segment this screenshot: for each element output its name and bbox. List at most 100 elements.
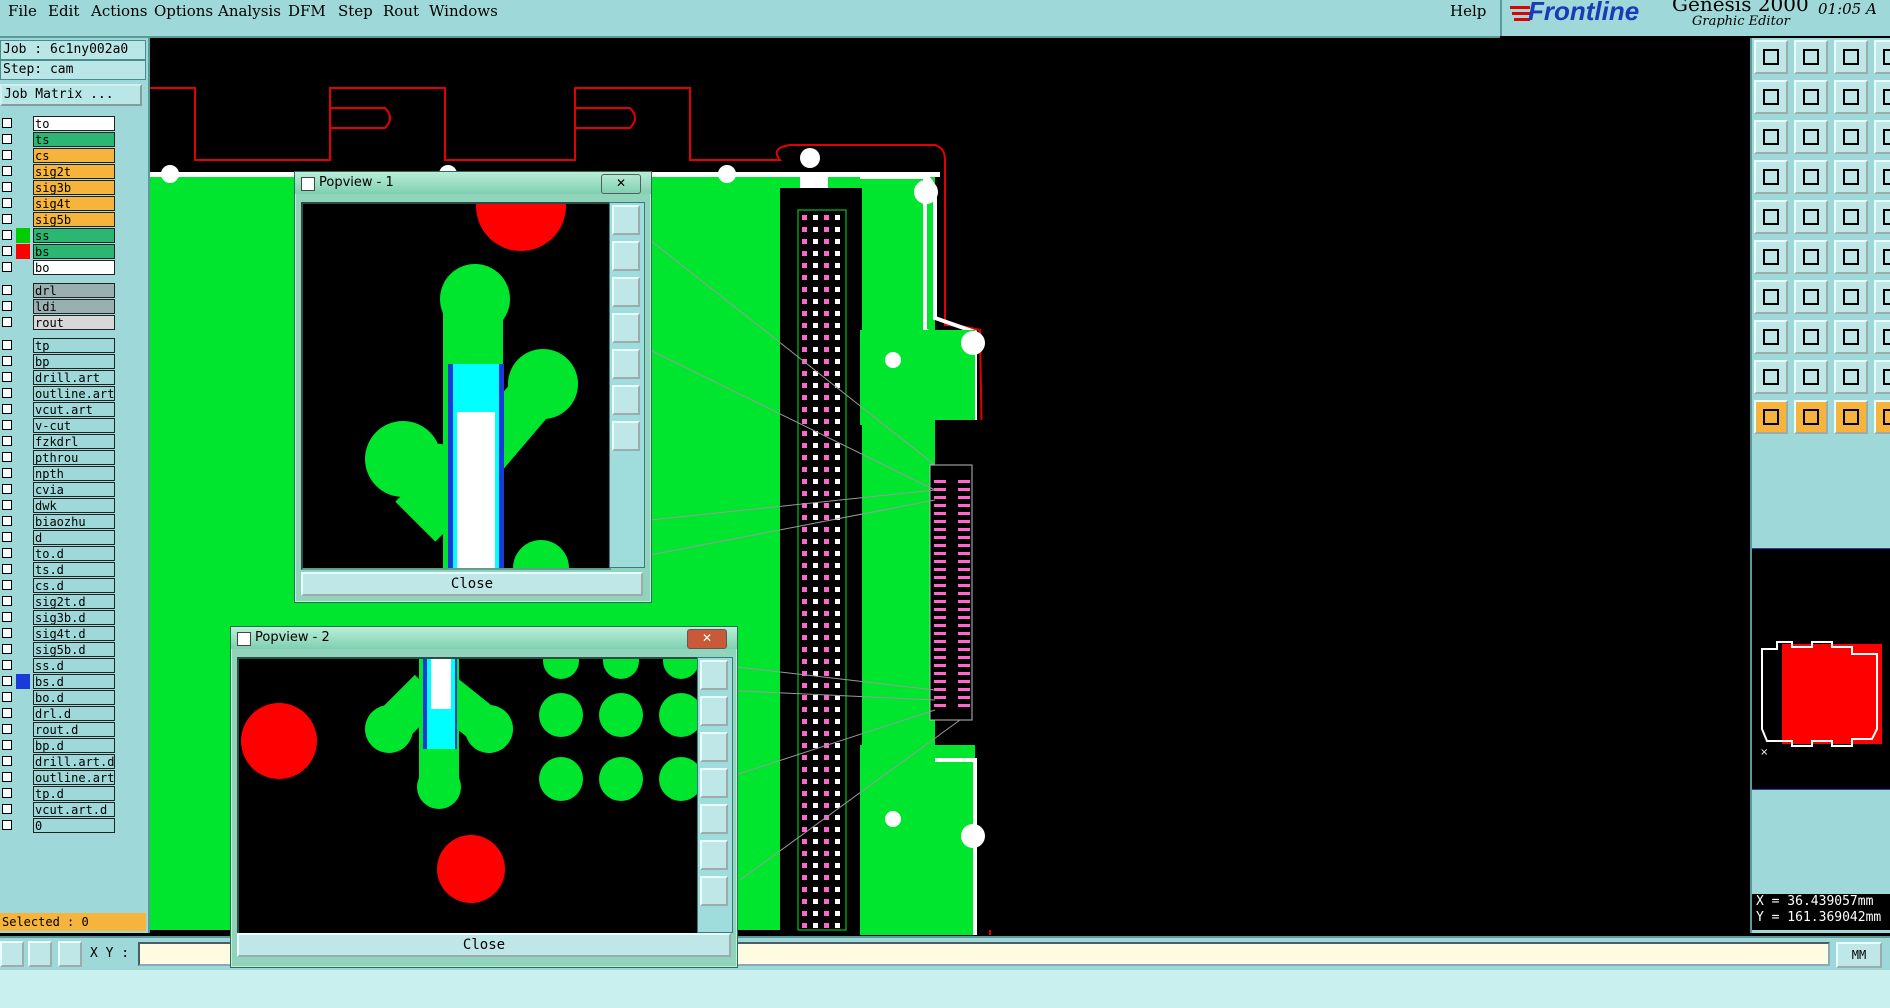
layer-checkbox[interactable] [2,150,12,160]
text-a-icon[interactable] [1794,360,1828,394]
layer-color-swatch[interactable] [16,754,30,769]
grid-icon[interactable] [58,941,82,967]
layer-checkbox[interactable] [2,452,12,462]
layer-name[interactable]: cs.d [33,578,115,593]
layer-row[interactable]: bo.d [0,690,116,705]
layer-color-swatch[interactable] [16,116,30,131]
layer-checkbox[interactable] [2,724,12,734]
layer-color-swatch[interactable] [16,514,30,529]
menu-step[interactable]: Step [338,2,373,20]
popview-2-zoom-fit-icon[interactable] [700,660,728,690]
snap-icon[interactable] [1874,120,1890,154]
layer-row[interactable]: drill.art.d [0,754,116,769]
layer-name[interactable]: sig4t.d [33,626,115,641]
popview-1-close-button[interactable]: Close [301,572,643,596]
menu-rout[interactable]: Rout [383,2,419,20]
layer-color-swatch[interactable] [16,706,30,721]
layer-checkbox[interactable] [2,404,12,414]
layer-row[interactable]: cs.d [0,578,116,593]
popview-2-close-icon[interactable]: ✕ [687,629,727,649]
layer-name[interactable]: bo.d [33,690,115,705]
rotate-icon[interactable] [1834,280,1868,314]
units-button[interactable]: MM [1836,942,1882,968]
zoom-fit-icon[interactable] [1754,120,1788,154]
layer-row[interactable]: sig3b.d [0,610,116,625]
layer-color-swatch[interactable] [16,674,30,689]
layer-checkbox[interactable] [2,516,12,526]
menu-windows[interactable]: Windows [429,2,498,20]
layer-row[interactable]: drl.d [0,706,116,721]
layer-checkbox[interactable] [2,804,12,814]
layer-color-swatch[interactable] [16,148,30,163]
layer-color-swatch[interactable] [16,722,30,737]
layer-row[interactable]: sig4t [0,196,116,211]
popview-1-pan-up-icon[interactable] [612,241,640,271]
layer-checkbox[interactable] [2,532,12,542]
layer-color-swatch[interactable] [16,212,30,227]
layer-name[interactable]: drl [33,283,115,298]
layer-checkbox[interactable] [2,644,12,654]
popview-2-close-button[interactable]: Close [237,933,731,957]
layer-name[interactable]: npth [33,466,115,481]
layer-color-swatch[interactable] [16,818,30,833]
layer-color-swatch[interactable] [16,315,30,330]
popview-2-view[interactable] [237,657,699,935]
layer-row[interactable]: d [0,530,116,545]
layer-color-swatch[interactable] [16,434,30,449]
layer-checkbox[interactable] [2,230,12,240]
layer-color-swatch[interactable] [16,738,30,753]
layer-checkbox[interactable] [2,372,12,382]
home-icon[interactable] [1834,40,1868,74]
move-icon[interactable] [1834,240,1868,274]
layer-color-swatch[interactable] [16,402,30,417]
layer-color-swatch[interactable] [16,610,30,625]
layer-checkbox[interactable] [2,285,12,295]
layer-row[interactable]: vcut.art.d [0,802,116,817]
job-matrix-button[interactable]: Job Matrix ... [0,84,142,106]
layer-row[interactable]: ts [0,132,116,147]
popview-1-pan-left-icon[interactable] [612,313,640,343]
layer-name[interactable]: ss.d [33,658,115,673]
layer-row[interactable]: outline.art [0,386,116,401]
layer-color-swatch[interactable] [16,498,30,513]
layer-checkbox[interactable] [2,548,12,558]
layer-name[interactable]: sig4t [33,196,115,211]
layer-color-swatch[interactable] [16,354,30,369]
ruler-icon[interactable] [1834,200,1868,234]
menu-file[interactable]: File [8,2,37,20]
layer-name[interactable]: tp.d [33,786,115,801]
angle-icon[interactable] [1754,280,1788,314]
layer-checkbox[interactable] [2,118,12,128]
measure-icon[interactable] [28,941,52,967]
nets-icon[interactable] [1834,160,1868,194]
split-icon[interactable] [1874,40,1890,74]
grid-icon[interactable] [1794,160,1828,194]
layer-row[interactable]: ss.d [0,658,116,673]
layer-name[interactable]: outline.art [33,386,115,401]
layer-row[interactable]: sig3b [0,180,116,195]
layer-row[interactable]: tp.d [0,786,116,801]
menu-dfm[interactable]: DFM [288,2,326,20]
layer-row[interactable]: fzkdrl [0,434,116,449]
layer-row[interactable]: pthrou [0,450,116,465]
label-icon[interactable] [1874,320,1890,354]
layer-row[interactable]: drill.art [0,370,116,385]
layer-name[interactable]: drill.art.d [33,754,115,769]
popview-2-pan-right-icon[interactable] [700,804,728,834]
pointer-icon[interactable] [1754,400,1788,434]
layer-checkbox[interactable] [2,484,12,494]
layer-name[interactable]: drl.d [33,706,115,721]
layer-color-swatch[interactable] [16,180,30,195]
layer-color-swatch[interactable] [16,283,30,298]
layer-color-swatch[interactable] [16,450,30,465]
layer-name[interactable]: fzkdrl [33,434,115,449]
layer-name[interactable]: to [33,116,115,131]
layer-color-swatch[interactable] [16,562,30,577]
text-c-icon[interactable] [1874,360,1890,394]
layer-name[interactable]: sig3b.d [33,610,115,625]
layer-checkbox[interactable] [2,262,12,272]
popview-2-pan-up-icon[interactable] [700,696,728,726]
layer-row[interactable]: vcut.art [0,402,116,417]
layer-name[interactable]: rout [33,315,115,330]
layer-row[interactable]: sig2t [0,164,116,179]
